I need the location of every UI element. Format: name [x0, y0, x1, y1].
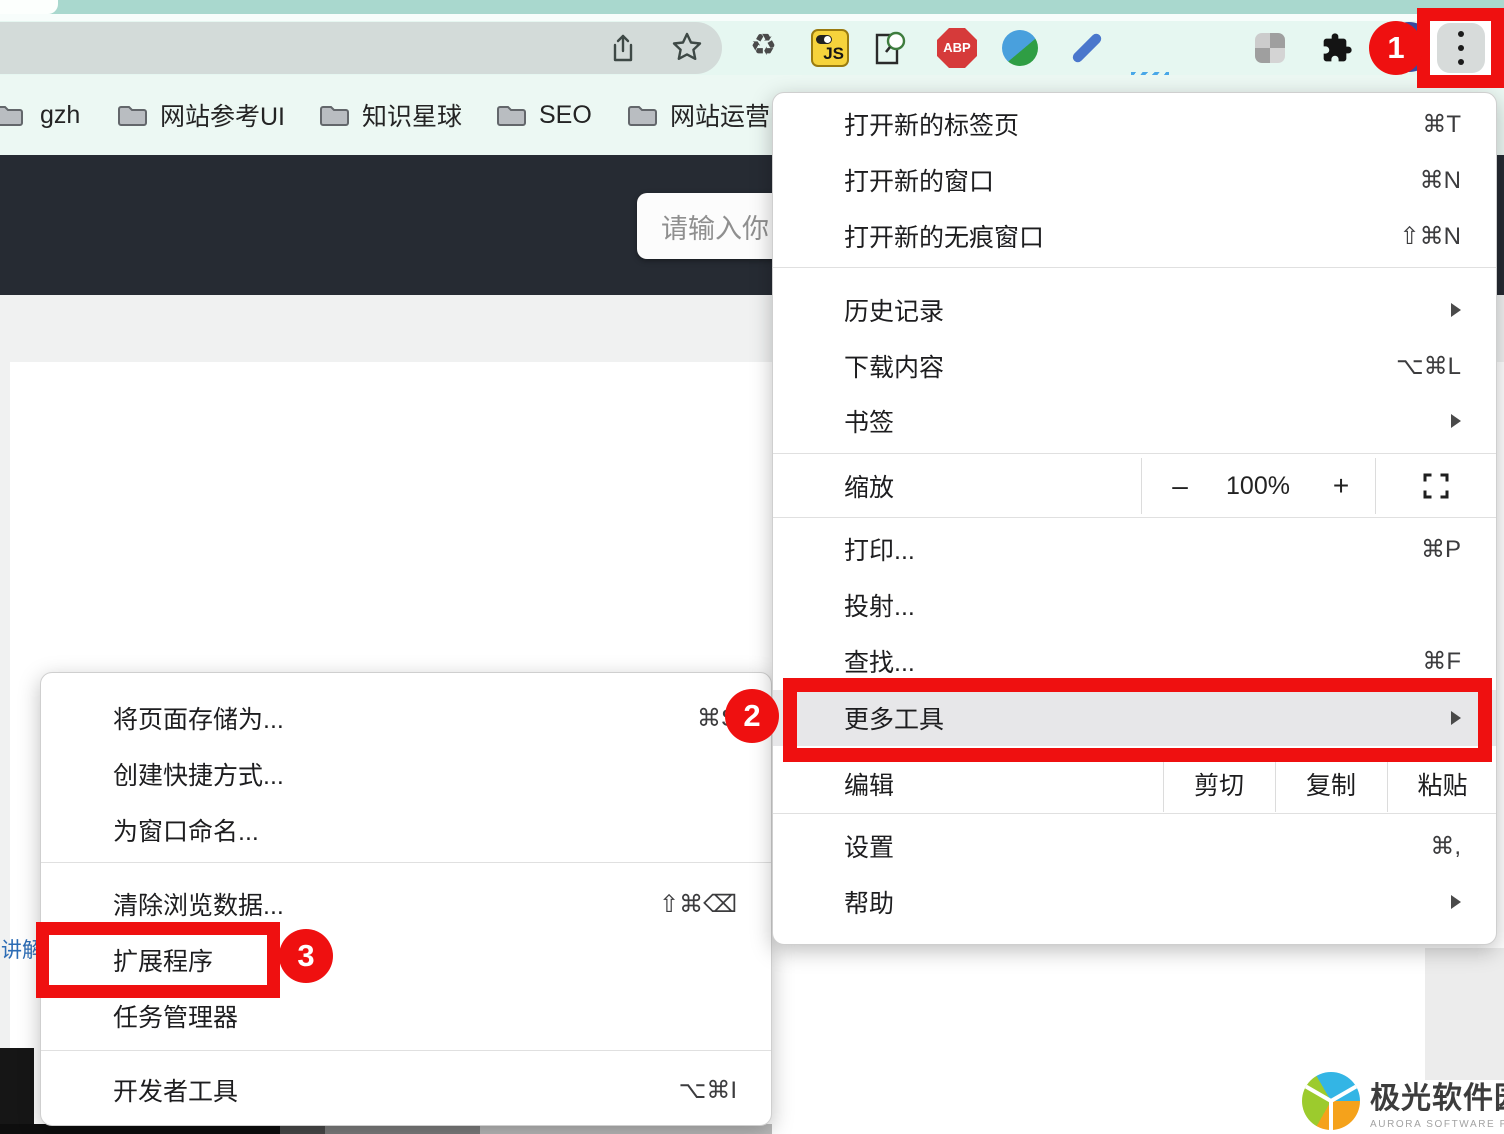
bookmark-label: gzh [40, 101, 80, 130]
menu-item-name-window[interactable]: 为窗口命名... [41, 802, 771, 858]
grid-extension-icon[interactable] [1255, 33, 1285, 63]
menu-item-new-tab[interactable]: 打开新的标签页 ⌘T [773, 96, 1496, 152]
menu-item-history[interactable]: 历史记录 [773, 282, 1496, 338]
menu-separator [773, 453, 1496, 454]
folder-icon [118, 102, 148, 128]
menu-item-new-window[interactable]: 打开新的窗口 ⌘N [773, 152, 1496, 208]
menu-item-settings[interactable]: 设置 ⌘, [773, 818, 1496, 874]
share-icon[interactable] [610, 33, 636, 63]
js-toggle-extension-icon[interactable]: JS [811, 29, 849, 67]
menu-item-create-shortcut[interactable]: 创建快捷方式... [41, 746, 771, 802]
menu-item-help[interactable]: 帮助 [773, 874, 1496, 930]
menu-item-save-page-as[interactable]: 将页面存储为... ⌘S [41, 690, 771, 746]
page-search-extension-icon[interactable] [874, 29, 906, 67]
bookmark-folder-ui[interactable]: 网站参考UI [118, 98, 285, 132]
js-toggle-switch [816, 35, 832, 44]
folder-icon [320, 102, 350, 128]
menu-separator [41, 862, 771, 863]
bookmark-label: 网站运营 [670, 97, 770, 133]
chrome-main-menu: 打开新的标签页 ⌘T 打开新的窗口 ⌘N 打开新的无痕窗口 ⇧⌘N 历史记录 下… [772, 92, 1497, 945]
page-footer-dark-left [0, 1048, 34, 1134]
toolbar-top-highlight [0, 14, 1504, 21]
js-label: JS [823, 44, 844, 64]
annotation-box-menu-button [1417, 8, 1504, 88]
active-tab-edge [0, 0, 58, 14]
menu-item-cast[interactable]: 投射... [773, 577, 1496, 633]
annotation-step-2-badge: 2 [725, 689, 779, 743]
folder-icon [628, 102, 658, 128]
edit-copy-button[interactable]: 复制 [1275, 756, 1387, 812]
edit-paste-button[interactable]: 粘贴 [1387, 756, 1498, 812]
menu-item-bookmarks[interactable]: 书签 [773, 393, 1496, 449]
page-left-margin [0, 362, 10, 1134]
menu-item-downloads[interactable]: 下载内容 ⌥⌘L [773, 338, 1496, 394]
menu-item-new-incognito-window[interactable]: 打开新的无痕窗口 ⇧⌘N [773, 208, 1496, 264]
annotation-box-more-tools [783, 678, 1492, 762]
bookmark-label: 知识星球 [362, 97, 462, 133]
globe-extension-icon[interactable] [1002, 30, 1038, 66]
menu-item-developer-tools[interactable]: 开发者工具 ⌥⌘I [41, 1062, 771, 1118]
zoom-row-divider [1141, 458, 1142, 514]
folder-icon [497, 102, 527, 128]
menu-separator [773, 813, 1496, 814]
menu-dot [1458, 45, 1464, 51]
recycle-extension-icon[interactable]: ♻ [750, 26, 777, 66]
menu-separator [41, 1050, 771, 1051]
bookmark-folder-zsxq[interactable]: 知识星球 [320, 98, 462, 132]
submenu-arrow-icon [1451, 303, 1461, 317]
bookmark-label: SEO [539, 101, 592, 130]
bookmark-star-icon[interactable] [671, 31, 703, 63]
watermark-title: 极光软件园 [1370, 1073, 1504, 1117]
fullscreen-icon[interactable] [1423, 473, 1449, 499]
menu-separator [773, 517, 1496, 518]
more-tools-submenu: 将页面存储为... ⌘S 创建快捷方式... 为窗口命名... 清除浏览数据..… [40, 672, 772, 1126]
submenu-arrow-icon [1451, 895, 1461, 909]
adblock-extension-icon[interactable]: ABP [937, 28, 977, 68]
bookmark-folder-gzh[interactable]: gzh [0, 98, 80, 132]
extensions-puzzle-icon[interactable] [1321, 32, 1353, 64]
zoom-row-divider [1375, 458, 1376, 514]
edit-cut-button[interactable]: 剪切 [1163, 756, 1275, 812]
zoom-level-value: 100% [1203, 458, 1313, 514]
watermark-logo-icon [1302, 1072, 1360, 1130]
menu-item-zoom: 缩放 [773, 458, 1496, 514]
three-dot-menu-button[interactable] [1437, 23, 1485, 73]
submenu-arrow-icon [1451, 414, 1461, 428]
annotation-step-3-badge: 3 [279, 929, 333, 983]
menu-item-print[interactable]: 打印... ⌘P [773, 521, 1496, 577]
bookmark-label: 网站参考UI [160, 97, 285, 133]
browser-window: ♻ JS ABP 16 gzh 网站参考UI 知识星球 SEO [0, 0, 1504, 1134]
bookmark-folder-yunying[interactable]: 网站运营 [628, 98, 770, 132]
bookmark-folder-seo[interactable]: SEO [497, 98, 592, 132]
search-placeholder: 请输入你 [661, 207, 769, 246]
menu-separator [773, 267, 1496, 268]
annotation-box-extensions [36, 922, 280, 998]
zoom-in-button[interactable]: + [1319, 458, 1363, 514]
menu-dot [1458, 59, 1464, 65]
folder-icon [0, 102, 24, 128]
logo-divider [1330, 1085, 1357, 1103]
logo-divider [1329, 1101, 1333, 1130]
page-right-gray-block [1425, 948, 1504, 1080]
menu-dot [1458, 31, 1464, 37]
watermark-subtitle: AURORA SOFTWARE PARK [1370, 1119, 1504, 1130]
tab-strip [0, 0, 1504, 14]
logo-divider [1305, 1085, 1332, 1103]
watermark: 极光软件园 AURORA SOFTWARE PARK [1302, 1070, 1502, 1132]
zoom-out-button[interactable]: – [1158, 458, 1202, 514]
annotation-step-1-badge: 1 [1369, 21, 1423, 75]
